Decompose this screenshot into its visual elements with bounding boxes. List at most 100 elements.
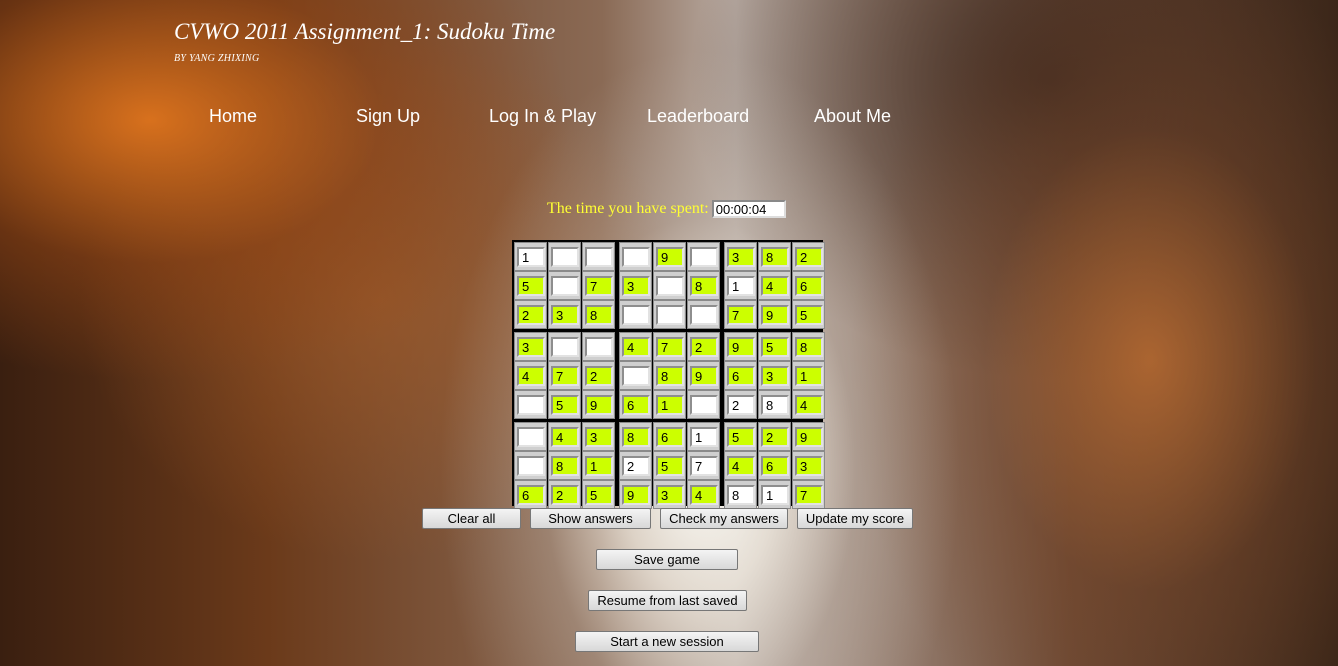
sudoku-cell-input[interactable] — [690, 456, 718, 476]
clear-all-button[interactable]: Clear all — [422, 508, 521, 529]
sudoku-cell-input[interactable] — [551, 305, 579, 325]
show-answers-button[interactable]: Show answers — [530, 508, 651, 529]
sudoku-cell-input[interactable] — [690, 427, 718, 447]
sudoku-cell — [758, 390, 791, 419]
sudoku-cell-input[interactable] — [795, 276, 823, 296]
sudoku-cell-input[interactable] — [517, 427, 545, 447]
save-game-button[interactable]: Save game — [596, 549, 738, 570]
sudoku-cell-input[interactable] — [585, 305, 613, 325]
sudoku-cell-input[interactable] — [622, 366, 650, 386]
timer-label: The time you have spent: — [547, 200, 709, 217]
sudoku-cell-input[interactable] — [761, 395, 789, 415]
check-answers-button[interactable]: Check my answers — [660, 508, 788, 529]
sudoku-cell-input[interactable] — [795, 337, 823, 357]
sudoku-cell-input[interactable] — [656, 456, 684, 476]
sudoku-cell-input[interactable] — [690, 395, 718, 415]
sudoku-cell-input[interactable] — [727, 456, 755, 476]
sudoku-cell — [619, 390, 652, 419]
sudoku-cell-input[interactable] — [761, 485, 789, 505]
sudoku-cell-input[interactable] — [727, 247, 755, 267]
sudoku-cell-input[interactable] — [795, 485, 823, 505]
sudoku-cell-input[interactable] — [656, 337, 684, 357]
sudoku-cell-input[interactable] — [622, 456, 650, 476]
sudoku-cell-input[interactable] — [656, 247, 684, 267]
sudoku-cell-input[interactable] — [656, 305, 684, 325]
sudoku-cell-input[interactable] — [551, 456, 579, 476]
sudoku-cell-input[interactable] — [622, 247, 650, 267]
sudoku-cell-input[interactable] — [727, 276, 755, 296]
sudoku-cell-input[interactable] — [656, 395, 684, 415]
sudoku-cell-input[interactable] — [551, 485, 579, 505]
sudoku-cell-input[interactable] — [517, 247, 545, 267]
sudoku-cell-input[interactable] — [622, 276, 650, 296]
sudoku-cell — [582, 451, 615, 480]
sudoku-cell-input[interactable] — [656, 276, 684, 296]
sudoku-cell-input[interactable] — [551, 337, 579, 357]
sudoku-cell-input[interactable] — [585, 456, 613, 476]
sudoku-cell-input[interactable] — [727, 305, 755, 325]
sudoku-cell-input[interactable] — [517, 456, 545, 476]
sudoku-cell-input[interactable] — [761, 427, 789, 447]
sudoku-cell-input[interactable] — [551, 276, 579, 296]
nav-log-in-play[interactable]: Log In & Play — [489, 106, 596, 127]
sudoku-cell-input[interactable] — [795, 456, 823, 476]
sudoku-cell-input[interactable] — [622, 485, 650, 505]
sudoku-cell-input[interactable] — [622, 337, 650, 357]
sudoku-cell-input[interactable] — [795, 427, 823, 447]
sudoku-cell-input[interactable] — [690, 366, 718, 386]
sudoku-cell-input[interactable] — [761, 456, 789, 476]
resume-button[interactable]: Resume from last saved — [588, 590, 747, 611]
sudoku-cell-input[interactable] — [585, 427, 613, 447]
sudoku-cell-input[interactable] — [727, 485, 755, 505]
sudoku-cell-input[interactable] — [795, 247, 823, 267]
sudoku-cell-input[interactable] — [727, 395, 755, 415]
sudoku-cell-input[interactable] — [690, 337, 718, 357]
new-session-button[interactable]: Start a new session — [575, 631, 759, 652]
sudoku-cell-input[interactable] — [656, 427, 684, 447]
sudoku-cell-input[interactable] — [517, 305, 545, 325]
sudoku-cell-input[interactable] — [517, 395, 545, 415]
nav-leaderboard[interactable]: Leaderboard — [647, 106, 749, 127]
sudoku-cell-input[interactable] — [795, 395, 823, 415]
sudoku-cell-input[interactable] — [795, 366, 823, 386]
sudoku-cell-input[interactable] — [761, 305, 789, 325]
sudoku-cell-input[interactable] — [551, 247, 579, 267]
sudoku-cell-input[interactable] — [690, 305, 718, 325]
sudoku-cell-input[interactable] — [551, 395, 579, 415]
nav-home[interactable]: Home — [209, 106, 257, 127]
sudoku-cell-input[interactable] — [727, 366, 755, 386]
sudoku-cell-input[interactable] — [656, 485, 684, 505]
nav-sign-up[interactable]: Sign Up — [356, 106, 420, 127]
nav-about-me[interactable]: About Me — [814, 106, 891, 127]
sudoku-cell-input[interactable] — [656, 366, 684, 386]
sudoku-cell-input[interactable] — [622, 427, 650, 447]
sudoku-cell-input[interactable] — [585, 337, 613, 357]
timer-field[interactable] — [711, 200, 786, 218]
update-score-button[interactable]: Update my score — [797, 508, 913, 529]
sudoku-cell-input[interactable] — [585, 247, 613, 267]
sudoku-cell-input[interactable] — [517, 276, 545, 296]
sudoku-cell-input[interactable] — [622, 395, 650, 415]
sudoku-cell-input[interactable] — [761, 247, 789, 267]
sudoku-cell-input[interactable] — [727, 427, 755, 447]
sudoku-cell — [514, 361, 547, 390]
sudoku-cell-input[interactable] — [585, 395, 613, 415]
sudoku-cell-input[interactable] — [690, 276, 718, 296]
sudoku-cell-input[interactable] — [622, 305, 650, 325]
sudoku-cell-input[interactable] — [551, 366, 579, 386]
sudoku-cell-input[interactable] — [795, 305, 823, 325]
sudoku-cell-input[interactable] — [517, 366, 545, 386]
sudoku-cell-input[interactable] — [585, 276, 613, 296]
sudoku-cell-input[interactable] — [761, 366, 789, 386]
sudoku-cell-input[interactable] — [585, 366, 613, 386]
sudoku-cell-input[interactable] — [690, 247, 718, 267]
sudoku-cell-input[interactable] — [727, 337, 755, 357]
sudoku-cell-input[interactable] — [761, 337, 789, 357]
sudoku-cell-input[interactable] — [690, 485, 718, 505]
sudoku-cell — [548, 271, 581, 300]
sudoku-cell-input[interactable] — [585, 485, 613, 505]
sudoku-cell-input[interactable] — [517, 337, 545, 357]
sudoku-cell-input[interactable] — [551, 427, 579, 447]
sudoku-cell-input[interactable] — [517, 485, 545, 505]
sudoku-cell-input[interactable] — [761, 276, 789, 296]
